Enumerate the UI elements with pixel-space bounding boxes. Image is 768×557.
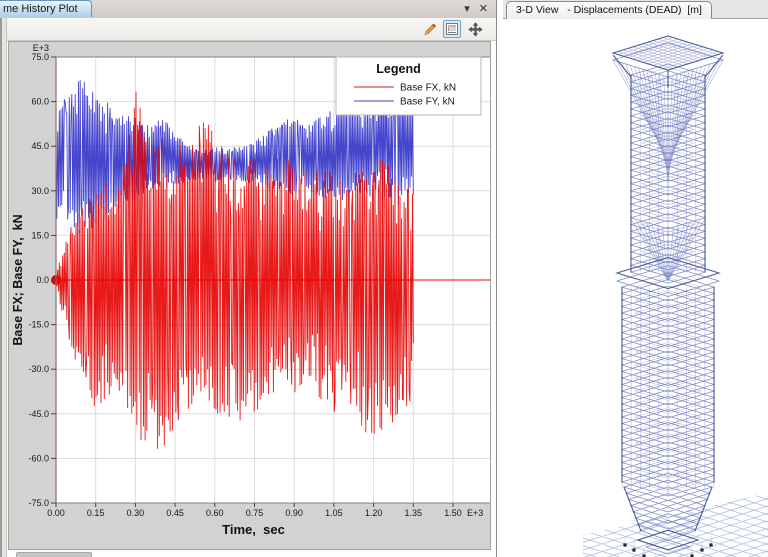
svg-text:-75.0: -75.0 (28, 498, 49, 508)
svg-text:0.30: 0.30 (127, 508, 145, 518)
view-3d-tabbar: 3-D View - Displacements (DEAD) [m] (503, 0, 768, 19)
svg-text:30.0: 30.0 (31, 186, 49, 196)
app-root: me History Plot ▾ ✕ 75.0 60.0 45.0 30.0 … (0, 0, 768, 557)
time-history-chart: 75.0 60.0 45.0 30.0 15.0 0.0 -15.0 -30.0 -45.0 -6… (11, 43, 490, 537)
svg-text:Base FY, kN: Base FY, kN (400, 97, 455, 108)
structure-3d-model (583, 35, 768, 557)
svg-text:1.20: 1.20 (365, 508, 383, 518)
svg-text:E+3: E+3 (33, 43, 49, 53)
svg-text:75.0: 75.0 (31, 52, 49, 62)
model-viewport[interactable] (503, 19, 768, 557)
svg-text:-60.0: -60.0 (28, 453, 49, 463)
svg-text:-15.0: -15.0 (28, 320, 49, 330)
move-icon[interactable] (466, 20, 484, 38)
svg-text:15.0: 15.0 (31, 230, 49, 240)
window-titlebar[interactable]: me History Plot ▾ ✕ (0, 0, 496, 19)
svg-text:1.05: 1.05 (325, 508, 343, 518)
window-tab-time-history-plot[interactable]: me History Plot (0, 0, 92, 17)
svg-text:0.15: 0.15 (87, 508, 105, 518)
plot-toolbar (0, 18, 496, 41)
svg-text:-30.0: -30.0 (28, 364, 49, 374)
svg-text:0.75: 0.75 (246, 508, 264, 518)
view-3d-window: 3-D View - Displacements (DEAD) [m] (503, 0, 768, 557)
svg-text:-45.0: -45.0 (28, 409, 49, 419)
pencil-icon[interactable] (420, 20, 438, 38)
svg-text:0.60: 0.60 (206, 508, 224, 518)
window-left-border (0, 18, 7, 557)
window-menu-icon[interactable]: ▾ (464, 1, 470, 17)
plot-options-icon[interactable] (443, 20, 461, 38)
svg-text:E+3: E+3 (467, 508, 483, 518)
svg-text:0.45: 0.45 (166, 508, 184, 518)
svg-text:0.0: 0.0 (36, 275, 49, 285)
close-icon[interactable]: ✕ (479, 1, 488, 17)
svg-text:45.0: 45.0 (31, 141, 49, 151)
window-tab-3d-view[interactable]: 3-D View - Displacements (DEAD) [m] (506, 1, 712, 19)
time-history-plot-window: me History Plot ▾ ✕ 75.0 60.0 45.0 30.0 … (0, 0, 497, 557)
svg-text:1.35: 1.35 (405, 508, 423, 518)
svg-text:Base FX; Base FY, kN: Base FX; Base FY, kN (11, 214, 25, 345)
svg-text:Base FX, kN: Base FX, kN (400, 83, 456, 94)
svg-text:Legend: Legend (376, 62, 420, 76)
svg-text:60.0: 60.0 (31, 97, 49, 107)
chart-panel: 75.0 60.0 45.0 30.0 15.0 0.0 -15.0 -30.0 -45.0 -6… (8, 41, 491, 550)
svg-text:0.00: 0.00 (47, 508, 65, 518)
svg-text:Time, sec: Time, sec (222, 522, 285, 537)
svg-text:1.50: 1.50 (444, 508, 462, 518)
svg-text:0.90: 0.90 (285, 508, 303, 518)
horizontal-scrollbar-thumb[interactable] (16, 552, 92, 557)
